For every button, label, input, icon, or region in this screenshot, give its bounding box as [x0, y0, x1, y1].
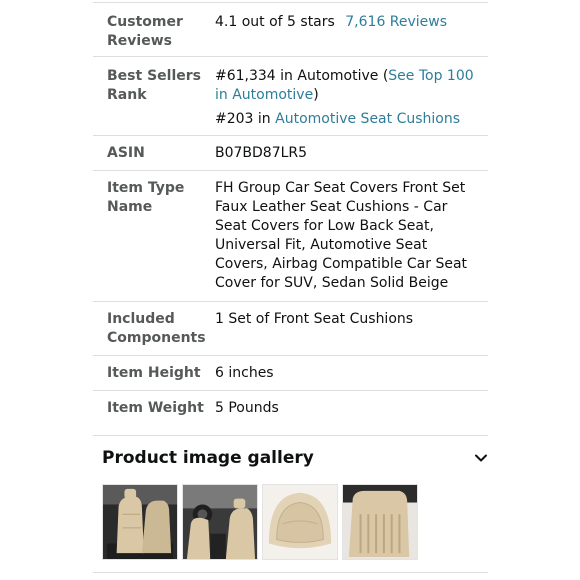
rank-sub: #203 in Automotive Seat Cushions	[215, 110, 480, 129]
detail-value: 5 Pounds	[215, 400, 279, 416]
thumbnail-seat-front-view[interactable]	[102, 484, 178, 560]
rank-main-text: #61,334 in Automotive (	[215, 68, 389, 84]
detail-value: #61,334 in Automotive (See Top 100 in Au…	[215, 67, 488, 135]
product-details-table: Customer Reviews 4.1 out of 5 stars 7,61…	[93, 2, 488, 426]
detail-row-item-weight: Item Weight 5 Pounds	[93, 391, 488, 426]
detail-row-item-height: Item Height 6 inches	[93, 356, 488, 391]
detail-value: 1 Set of Front Seat Cushions	[215, 311, 414, 327]
car-interior-seats-image	[183, 485, 257, 559]
detail-row-asin: ASIN B07BD87LR5	[93, 136, 488, 171]
detail-value: FH Group Car Seat Covers Front Set Faux …	[215, 180, 468, 291]
rank-main-suffix: )	[313, 87, 319, 103]
detail-value: B07BD87LR5	[215, 145, 308, 161]
detail-value: 6 inches	[215, 365, 274, 381]
thumbnail-seat-cushion-closeup[interactable]	[262, 484, 338, 560]
detail-row-best-sellers-rank: Best Sellers Rank #61,334 in Automotive …	[93, 57, 488, 136]
seat-cushions-category-link[interactable]: Automotive Seat Cushions	[275, 111, 460, 127]
seat-cushion-closeup-image	[263, 485, 337, 559]
chevron-down-icon[interactable]	[474, 451, 488, 465]
detail-value: 4.1 out of 5 stars 7,616 Reviews	[215, 13, 488, 56]
detail-label: Included Components	[107, 311, 206, 346]
detail-label: Customer Reviews	[107, 14, 183, 49]
detail-label: ASIN	[107, 145, 145, 161]
rank-sub-text: #203 in	[215, 111, 276, 127]
star-rating-text[interactable]: 4.1 out of 5 stars	[215, 14, 335, 30]
thumbnail-car-interior-seats[interactable]	[182, 484, 258, 560]
detail-row-customer-reviews: Customer Reviews 4.1 out of 5 stars 7,61…	[93, 3, 488, 57]
divider	[93, 572, 488, 573]
gallery-title: Product image gallery	[102, 448, 314, 468]
detail-label: Item Height	[107, 365, 201, 381]
detail-label: Best Sellers Rank	[107, 68, 201, 103]
divider	[93, 435, 488, 436]
detail-label: Item Type Name	[107, 180, 185, 215]
seat-front-view-image	[103, 485, 177, 559]
gallery-thumbnails	[102, 484, 418, 560]
rank-main: #61,334 in Automotive (See Top 100 in Au…	[215, 67, 480, 105]
detail-row-item-type-name: Item Type Name FH Group Car Seat Covers …	[93, 171, 488, 302]
detail-row-included-components: Included Components 1 Set of Front Seat …	[93, 302, 488, 356]
reviews-count-link[interactable]: 7,616 Reviews	[345, 14, 447, 30]
gallery-header[interactable]: Product image gallery	[102, 446, 490, 470]
seat-side-view-image	[343, 485, 417, 559]
thumbnail-seat-side-view[interactable]	[342, 484, 418, 560]
detail-label: Item Weight	[107, 400, 204, 416]
